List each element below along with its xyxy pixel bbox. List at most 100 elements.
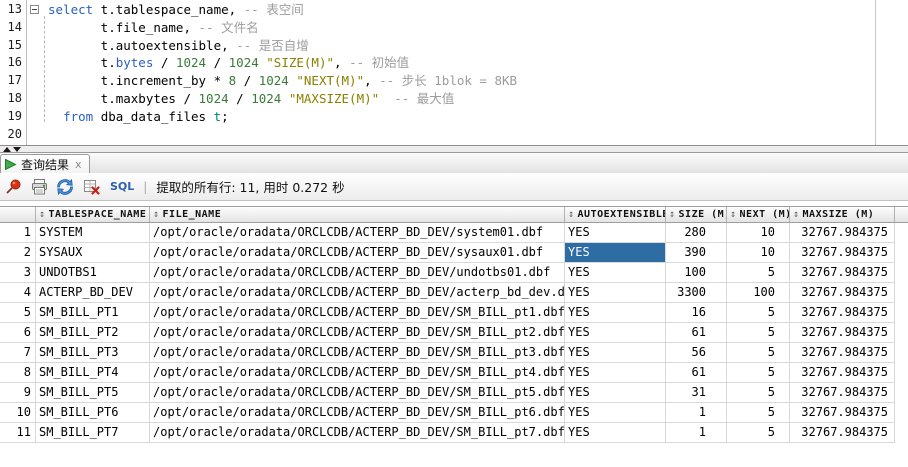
cell-size[interactable]: 16	[666, 303, 727, 323]
cell-file[interactable]: /opt/oracle/oradata/ORCLCDB/ACTERP_BD_DE…	[150, 323, 565, 343]
cell-next[interactable]: 5	[727, 263, 790, 283]
cell-next[interactable]: 5	[727, 383, 790, 403]
refresh-icon[interactable]	[55, 177, 75, 197]
cell-max[interactable]: 32767.984375	[790, 423, 895, 443]
cell-max[interactable]: 32767.984375	[790, 283, 895, 303]
cell-file[interactable]: /opt/oracle/oradata/ORCLCDB/ACTERP_BD_DE…	[150, 303, 565, 323]
cell-max[interactable]: 32767.984375	[790, 223, 895, 243]
cell-tablespace[interactable]: UNDOTBS1	[36, 263, 150, 283]
cell-rownum[interactable]: 9	[0, 383, 36, 403]
cell-auto[interactable]: YES	[565, 363, 666, 383]
cell-file[interactable]: /opt/oracle/oradata/ORCLCDB/ACTERP_BD_DE…	[150, 263, 565, 283]
cell-size[interactable]: 3300	[666, 283, 727, 303]
cell-size[interactable]: 390	[666, 243, 727, 263]
cell-tablespace[interactable]: SM_BILL_PT4	[36, 363, 150, 383]
cell-file[interactable]: /opt/oracle/oradata/ORCLCDB/ACTERP_BD_DE…	[150, 363, 565, 383]
cell-file[interactable]: /opt/oracle/oradata/ORCLCDB/ACTERP_BD_DE…	[150, 223, 565, 243]
cell-auto[interactable]: YES	[565, 383, 666, 403]
cell-next[interactable]: 5	[727, 423, 790, 443]
cell-tablespace[interactable]: ACTERP_BD_DEV	[36, 283, 150, 303]
column-header-label: SIZE (M)	[679, 209, 727, 220]
cell-tablespace[interactable]: SYSTEM	[36, 223, 150, 243]
cell-next[interactable]: 5	[727, 343, 790, 363]
sort-icon: ↕	[153, 209, 160, 220]
column-header-auto[interactable]: ↕AUTOEXTENSIBLE	[565, 207, 666, 222]
column-header-label: TABLESPACE_NAME	[49, 209, 147, 220]
cell-size[interactable]: 31	[666, 383, 727, 403]
cell-auto[interactable]: YES	[565, 403, 666, 423]
cell-auto[interactable]: YES	[565, 283, 666, 303]
cell-tablespace[interactable]: SM_BILL_PT5	[36, 383, 150, 403]
editor-results-splitter[interactable]	[0, 145, 908, 152]
table-row: 9SM_BILL_PT5/opt/oracle/oradata/ORCLCDB/…	[0, 383, 908, 403]
cell-next[interactable]: 5	[727, 323, 790, 343]
cell-max[interactable]: 32767.984375	[790, 403, 895, 423]
cell-auto[interactable]: YES	[565, 343, 666, 363]
cell-max[interactable]: 32767.984375	[790, 263, 895, 283]
cell-rownum[interactable]: 10	[0, 403, 36, 423]
cell-rownum[interactable]: 4	[0, 283, 36, 303]
cell-tablespace[interactable]: SM_BILL_PT1	[36, 303, 150, 323]
code-line: from dba_data_files t;	[0, 108, 908, 126]
cell-file[interactable]: /opt/oracle/oradata/ORCLCDB/ACTERP_BD_DE…	[150, 403, 565, 423]
cell-max[interactable]: 32767.984375	[790, 363, 895, 383]
pin-icon[interactable]	[3, 177, 23, 197]
cell-rownum[interactable]: 7	[0, 343, 36, 363]
cell-auto[interactable]: YES	[565, 223, 666, 243]
cell-file[interactable]: /opt/oracle/oradata/ORCLCDB/ACTERP_BD_DE…	[150, 383, 565, 403]
cell-size[interactable]: 280	[666, 223, 727, 243]
cell-auto[interactable]: YES	[565, 423, 666, 443]
sort-icon: ↕	[568, 209, 575, 220]
cell-size[interactable]: 100	[666, 263, 727, 283]
close-icon[interactable]: x	[75, 158, 82, 171]
sql-editor[interactable]: 1314151617181920 select t.tablespace_nam…	[0, 0, 908, 145]
cell-rownum[interactable]: 5	[0, 303, 36, 323]
cell-tablespace[interactable]: SM_BILL_PT3	[36, 343, 150, 363]
column-header-size[interactable]: ↕SIZE (M)	[666, 207, 727, 222]
cell-tablespace[interactable]: SM_BILL_PT6	[36, 403, 150, 423]
cell-size[interactable]: 1	[666, 403, 727, 423]
cell-tablespace[interactable]: SM_BILL_PT2	[36, 323, 150, 343]
cell-size[interactable]: 1	[666, 423, 727, 443]
cell-next[interactable]: 10	[727, 223, 790, 243]
cell-file[interactable]: /opt/oracle/oradata/ORCLCDB/ACTERP_BD_DE…	[150, 283, 565, 303]
cell-next[interactable]: 10	[727, 243, 790, 263]
cell-tablespace[interactable]: SM_BILL_PT7	[36, 423, 150, 443]
cell-rownum[interactable]: 1	[0, 223, 36, 243]
cell-file[interactable]: /opt/oracle/oradata/ORCLCDB/ACTERP_BD_DE…	[150, 423, 565, 443]
cell-rownum[interactable]: 8	[0, 363, 36, 383]
cell-rownum[interactable]: 6	[0, 323, 36, 343]
cell-max[interactable]: 32767.984375	[790, 303, 895, 323]
cell-file[interactable]: /opt/oracle/oradata/ORCLCDB/ACTERP_BD_DE…	[150, 243, 565, 263]
code-fold-toggle-icon[interactable]	[30, 5, 39, 14]
cell-file[interactable]: /opt/oracle/oradata/ORCLCDB/ACTERP_BD_DE…	[150, 343, 565, 363]
cell-next[interactable]: 5	[727, 363, 790, 383]
selected-cell[interactable]: YES	[565, 243, 666, 263]
cell-next[interactable]: 100	[727, 283, 790, 303]
cell-next[interactable]: 5	[727, 403, 790, 423]
toolbar-separator: |	[143, 180, 147, 194]
cell-max[interactable]: 32767.984375	[790, 343, 895, 363]
cell-max[interactable]: 32767.984375	[790, 383, 895, 403]
cell-auto[interactable]: YES	[565, 323, 666, 343]
cell-max[interactable]: 32767.984375	[790, 323, 895, 343]
print-icon[interactable]	[29, 177, 49, 197]
cell-max[interactable]: 32767.984375	[790, 243, 895, 263]
cell-tablespace[interactable]: SYSAUX	[36, 243, 150, 263]
delete-results-icon[interactable]	[81, 177, 101, 197]
cell-size[interactable]: 56	[666, 343, 727, 363]
cell-rownum[interactable]: 3	[0, 263, 36, 283]
cell-size[interactable]: 61	[666, 323, 727, 343]
column-header-tablespace[interactable]: ↕TABLESPACE_NAME	[36, 207, 150, 222]
sql-toggle-button[interactable]: SQL	[110, 180, 134, 193]
cell-next[interactable]: 5	[727, 303, 790, 323]
cell-auto[interactable]: YES	[565, 303, 666, 323]
column-header-next[interactable]: ↕NEXT (M)	[727, 207, 790, 222]
column-header-file[interactable]: ↕FILE_NAME	[150, 207, 565, 222]
cell-size[interactable]: 61	[666, 363, 727, 383]
cell-rownum[interactable]: 2	[0, 243, 36, 263]
column-header-max[interactable]: ↕MAXSIZE (M)	[790, 207, 895, 222]
tab-query-results[interactable]: 查询结果 x	[0, 154, 90, 174]
cell-auto[interactable]: YES	[565, 263, 666, 283]
cell-rownum[interactable]: 11	[0, 423, 36, 443]
